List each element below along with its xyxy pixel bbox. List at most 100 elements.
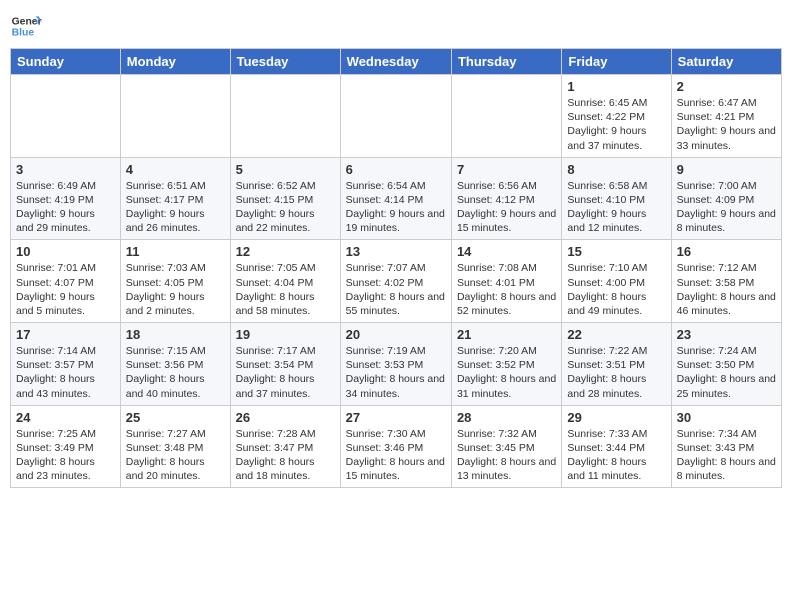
day-number: 17 <box>16 327 115 342</box>
day-header-saturday: Saturday <box>671 49 781 75</box>
day-number: 13 <box>346 244 446 259</box>
day-number: 29 <box>567 410 665 425</box>
day-detail: Sunrise: 7:28 AM Sunset: 3:47 PM Dayligh… <box>236 427 335 484</box>
calendar-cell: 25 Sunrise: 7:27 AM Sunset: 3:48 PM Dayli… <box>120 405 230 488</box>
day-number: 8 <box>567 162 665 177</box>
day-number: 30 <box>677 410 776 425</box>
day-detail: Sunrise: 7:22 AM Sunset: 3:51 PM Dayligh… <box>567 344 665 401</box>
day-detail: Sunrise: 7:07 AM Sunset: 4:02 PM Dayligh… <box>346 261 446 318</box>
day-detail: Sunrise: 6:49 AM Sunset: 4:19 PM Dayligh… <box>16 179 115 236</box>
calendar-cell: 23 Sunrise: 7:24 AM Sunset: 3:50 PM Dayli… <box>671 323 781 406</box>
calendar-cell: 6 Sunrise: 6:54 AM Sunset: 4:14 PM Daylig… <box>340 157 451 240</box>
day-number: 4 <box>126 162 225 177</box>
day-number: 23 <box>677 327 776 342</box>
day-number: 20 <box>346 327 446 342</box>
day-number: 10 <box>16 244 115 259</box>
calendar-week-2: 3 Sunrise: 6:49 AM Sunset: 4:19 PM Daylig… <box>11 157 782 240</box>
calendar-cell: 22 Sunrise: 7:22 AM Sunset: 3:51 PM Dayli… <box>562 323 671 406</box>
day-number: 22 <box>567 327 665 342</box>
calendar-cell: 19 Sunrise: 7:17 AM Sunset: 3:54 PM Dayli… <box>230 323 340 406</box>
day-detail: Sunrise: 7:25 AM Sunset: 3:49 PM Dayligh… <box>16 427 115 484</box>
calendar-cell: 24 Sunrise: 7:25 AM Sunset: 3:49 PM Dayli… <box>11 405 121 488</box>
day-detail: Sunrise: 7:15 AM Sunset: 3:56 PM Dayligh… <box>126 344 225 401</box>
calendar-cell: 13 Sunrise: 7:07 AM Sunset: 4:02 PM Dayli… <box>340 240 451 323</box>
day-number: 15 <box>567 244 665 259</box>
calendar-cell: 11Sunrise: 7:03 AM Sunset: 4:05 PM Dayli… <box>120 240 230 323</box>
day-detail: Sunrise: 7:27 AM Sunset: 3:48 PM Dayligh… <box>126 427 225 484</box>
calendar-cell: 20 Sunrise: 7:19 AM Sunset: 3:53 PM Dayli… <box>340 323 451 406</box>
calendar-cell: 29 Sunrise: 7:33 AM Sunset: 3:44 PM Dayli… <box>562 405 671 488</box>
calendar-cell <box>340 75 451 158</box>
day-number: 9 <box>677 162 776 177</box>
day-detail: Sunrise: 7:32 AM Sunset: 3:45 PM Dayligh… <box>457 427 556 484</box>
day-number: 24 <box>16 410 115 425</box>
calendar-cell: 26 Sunrise: 7:28 AM Sunset: 3:47 PM Dayli… <box>230 405 340 488</box>
day-detail: Sunrise: 6:56 AM Sunset: 4:12 PM Dayligh… <box>457 179 556 236</box>
day-number: 14 <box>457 244 556 259</box>
day-number: 26 <box>236 410 335 425</box>
calendar-cell: 30 Sunrise: 7:34 AM Sunset: 3:43 PM Dayli… <box>671 405 781 488</box>
day-number: 21 <box>457 327 556 342</box>
day-number: 25 <box>126 410 225 425</box>
day-detail: Sunrise: 6:58 AM Sunset: 4:10 PM Dayligh… <box>567 179 665 236</box>
calendar-header-row: SundayMondayTuesdayWednesdayThursdayFrid… <box>11 49 782 75</box>
day-header-monday: Monday <box>120 49 230 75</box>
day-detail: Sunrise: 7:08 AM Sunset: 4:01 PM Dayligh… <box>457 261 556 318</box>
day-header-sunday: Sunday <box>11 49 121 75</box>
day-detail: Sunrise: 6:45 AM Sunset: 4:22 PM Dayligh… <box>567 96 665 153</box>
svg-text:Blue: Blue <box>12 28 35 39</box>
day-header-wednesday: Wednesday <box>340 49 451 75</box>
calendar-cell: 17Sunrise: 7:14 AM Sunset: 3:57 PM Dayli… <box>11 323 121 406</box>
calendar-cell: 27 Sunrise: 7:30 AM Sunset: 3:46 PM Dayli… <box>340 405 451 488</box>
day-detail: Sunrise: 7:33 AM Sunset: 3:44 PM Dayligh… <box>567 427 665 484</box>
day-number: 7 <box>457 162 556 177</box>
calendar-cell <box>451 75 561 158</box>
calendar-week-4: 17Sunrise: 7:14 AM Sunset: 3:57 PM Dayli… <box>11 323 782 406</box>
day-detail: Sunrise: 7:17 AM Sunset: 3:54 PM Dayligh… <box>236 344 335 401</box>
calendar-cell <box>230 75 340 158</box>
day-number: 3 <box>16 162 115 177</box>
day-detail: Sunrise: 7:12 AM Sunset: 3:58 PM Dayligh… <box>677 261 776 318</box>
day-number: 16 <box>677 244 776 259</box>
day-detail: Sunrise: 7:05 AM Sunset: 4:04 PM Dayligh… <box>236 261 335 318</box>
calendar-cell: 2Sunrise: 6:47 AM Sunset: 4:21 PM Daylig… <box>671 75 781 158</box>
day-number: 28 <box>457 410 556 425</box>
calendar-cell: 8 Sunrise: 6:58 AM Sunset: 4:10 PM Daylig… <box>562 157 671 240</box>
day-number: 6 <box>346 162 446 177</box>
calendar-cell: 3 Sunrise: 6:49 AM Sunset: 4:19 PM Daylig… <box>11 157 121 240</box>
calendar-week-1: 1Sunrise: 6:45 AM Sunset: 4:22 PM Daylig… <box>11 75 782 158</box>
calendar-cell: 21 Sunrise: 7:20 AM Sunset: 3:52 PM Dayli… <box>451 323 561 406</box>
day-detail: Sunrise: 7:34 AM Sunset: 3:43 PM Dayligh… <box>677 427 776 484</box>
day-detail: Sunrise: 7:24 AM Sunset: 3:50 PM Dayligh… <box>677 344 776 401</box>
day-detail: Sunrise: 6:54 AM Sunset: 4:14 PM Dayligh… <box>346 179 446 236</box>
day-detail: Sunrise: 7:10 AM Sunset: 4:00 PM Dayligh… <box>567 261 665 318</box>
calendar-cell: 4 Sunrise: 6:51 AM Sunset: 4:17 PM Daylig… <box>120 157 230 240</box>
calendar-week-5: 24 Sunrise: 7:25 AM Sunset: 3:49 PM Dayli… <box>11 405 782 488</box>
day-number: 18 <box>126 327 225 342</box>
calendar-cell: 1Sunrise: 6:45 AM Sunset: 4:22 PM Daylig… <box>562 75 671 158</box>
day-header-friday: Friday <box>562 49 671 75</box>
day-number: 19 <box>236 327 335 342</box>
day-number: 12 <box>236 244 335 259</box>
day-number: 11 <box>126 244 225 259</box>
day-detail: Sunrise: 7:20 AM Sunset: 3:52 PM Dayligh… <box>457 344 556 401</box>
calendar-cell: 12 Sunrise: 7:05 AM Sunset: 4:04 PM Dayli… <box>230 240 340 323</box>
day-header-thursday: Thursday <box>451 49 561 75</box>
day-detail: Sunrise: 7:30 AM Sunset: 3:46 PM Dayligh… <box>346 427 446 484</box>
day-detail: Sunrise: 7:00 AM Sunset: 4:09 PM Dayligh… <box>677 179 776 236</box>
day-detail: Sunrise: 6:52 AM Sunset: 4:15 PM Dayligh… <box>236 179 335 236</box>
calendar-cell <box>120 75 230 158</box>
logo: General Blue <box>10 10 42 42</box>
calendar-cell: 10 Sunrise: 7:01 AM Sunset: 4:07 PM Dayli… <box>11 240 121 323</box>
day-number: 27 <box>346 410 446 425</box>
header: General Blue <box>10 10 782 42</box>
calendar: SundayMondayTuesdayWednesdayThursdayFrid… <box>10 48 782 488</box>
calendar-cell: 16 Sunrise: 7:12 AM Sunset: 3:58 PM Dayli… <box>671 240 781 323</box>
day-number: 2 <box>677 79 776 94</box>
calendar-cell: 28 Sunrise: 7:32 AM Sunset: 3:45 PM Dayli… <box>451 405 561 488</box>
day-detail: Sunrise: 7:19 AM Sunset: 3:53 PM Dayligh… <box>346 344 446 401</box>
calendar-cell: 9 Sunrise: 7:00 AM Sunset: 4:09 PM Daylig… <box>671 157 781 240</box>
day-number: 5 <box>236 162 335 177</box>
day-detail: Sunrise: 7:01 AM Sunset: 4:07 PM Dayligh… <box>16 261 115 318</box>
day-detail: Sunrise: 6:51 AM Sunset: 4:17 PM Dayligh… <box>126 179 225 236</box>
